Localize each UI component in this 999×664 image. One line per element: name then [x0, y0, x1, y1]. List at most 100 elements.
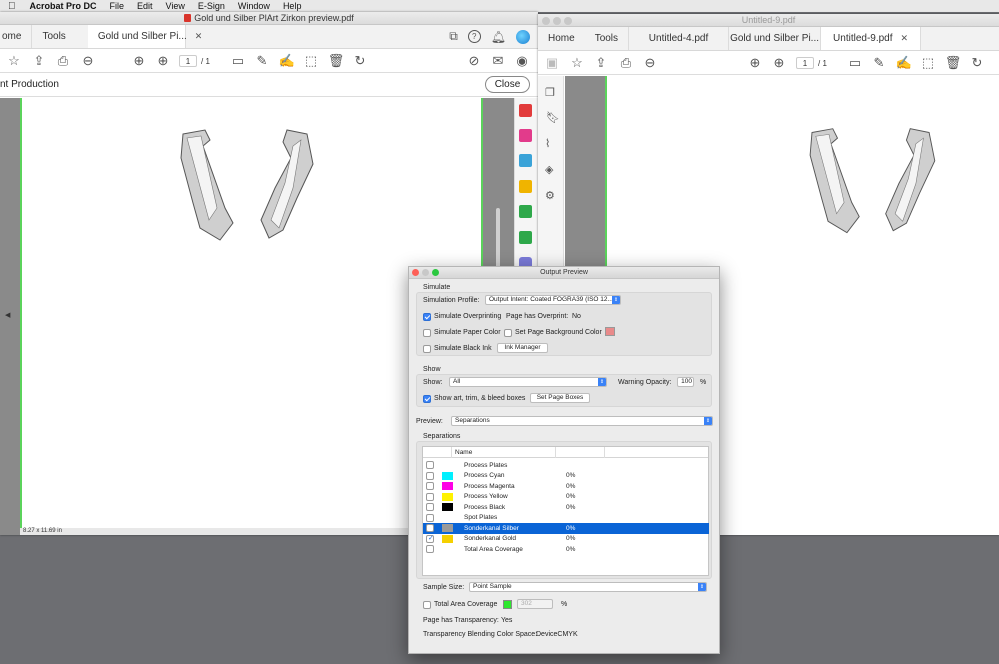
- mail-icon[interactable]: ✉: [490, 53, 506, 69]
- trash-icon-right[interactable]: 🗑︎: [945, 55, 962, 71]
- separation-row[interactable]: Process Cyan 0%: [423, 471, 709, 482]
- page-number-input-right[interactable]: 1: [796, 57, 814, 69]
- separation-row[interactable]: Process Black 0%: [423, 502, 709, 513]
- upload-icon[interactable]: ⇪: [31, 53, 47, 69]
- separation-row-checkbox[interactable]: [426, 482, 434, 490]
- link-icon[interactable]: ⊘: [466, 53, 482, 69]
- separation-row[interactable]: Process Plates: [423, 460, 709, 471]
- comment-icon-right[interactable]: ▭: [847, 55, 863, 71]
- pen-icon[interactable]: ✎: [254, 53, 270, 69]
- stamp-icon[interactable]: ⬚: [303, 53, 319, 69]
- print-production-icon[interactable]: [519, 231, 532, 244]
- show-boxes-checkbox[interactable]: [423, 395, 431, 403]
- pages-icon[interactable]: ❐: [545, 86, 555, 99]
- apple-icon[interactable]: : [8, 1, 16, 12]
- tab-gold-silber[interactable]: Gold und Silber Pi...: [729, 27, 822, 50]
- sign-icon[interactable]: ✍: [279, 53, 295, 69]
- help-icon[interactable]: ?: [467, 30, 481, 43]
- attachment-icon[interactable]: ⌇: [545, 137, 550, 150]
- simulate-paper-color-checkbox[interactable]: [423, 329, 431, 337]
- warning-opacity-input[interactable]: 100: [677, 377, 694, 387]
- print-icon[interactable]: ⎙: [55, 53, 71, 69]
- preview-select[interactable]: Separations ⇕: [451, 416, 713, 426]
- bookmark-icon[interactable]: 🔖︎: [546, 111, 560, 124]
- comment-tool-icon[interactable]: [519, 180, 532, 193]
- security-icon[interactable]: ⚙: [545, 189, 555, 202]
- separation-row[interactable]: Process Yellow 0%: [423, 492, 709, 503]
- user-icon[interactable]: ◉: [514, 53, 530, 69]
- comment-icon[interactable]: ▭: [230, 53, 246, 69]
- close-button[interactable]: Close: [485, 76, 530, 93]
- next-page-icon-right[interactable]: ⊕: [771, 55, 787, 71]
- menu-edit[interactable]: Edit: [137, 1, 153, 11]
- collapse-left-icon[interactable]: ◀: [5, 311, 10, 319]
- print-icon-right[interactable]: ⎙: [618, 55, 634, 71]
- zoom-out-icon[interactable]: ⊖: [80, 53, 96, 69]
- simulate-black-ink-checkbox[interactable]: [423, 345, 431, 353]
- next-page-icon[interactable]: ⊕: [155, 53, 171, 69]
- tab-home[interactable]: ome: [0, 25, 33, 48]
- separation-row-checkbox[interactable]: [426, 461, 434, 469]
- scrollbar[interactable]: [496, 208, 500, 268]
- separation-row-checkbox[interactable]: [426, 503, 434, 511]
- menu-file[interactable]: File: [110, 1, 125, 11]
- separation-row[interactable]: ✓ Sonderkanal Gold 0%: [423, 534, 709, 545]
- stamp-icon-right[interactable]: ⬚: [920, 55, 936, 71]
- organize-pages-icon[interactable]: [519, 205, 532, 218]
- separation-row[interactable]: Process Magenta 0%: [423, 481, 709, 492]
- share-screen-icon[interactable]: ⧉: [449, 29, 458, 44]
- tab-document[interactable]: Gold und Silber Pi... ✕: [87, 25, 202, 48]
- simulation-profile-select[interactable]: Output Intent: Coated FOGRA39 (ISO 12...…: [485, 295, 621, 305]
- tab-untitled-9[interactable]: Untitled-9.pdf ✕: [821, 27, 922, 50]
- dialog-minimize-button[interactable]: [422, 269, 429, 276]
- set-page-boxes-button[interactable]: Set Page Boxes: [530, 393, 590, 403]
- background-color-swatch[interactable]: [605, 327, 615, 336]
- ink-manager-button[interactable]: Ink Manager: [497, 343, 548, 353]
- separation-row-checkbox[interactable]: [426, 471, 434, 480]
- minimize-window-button[interactable]: [553, 17, 561, 25]
- avatar[interactable]: [516, 29, 530, 44]
- create-pdf-icon[interactable]: [519, 129, 532, 142]
- page-background-checkbox[interactable]: [504, 329, 512, 337]
- simulate-overprinting-checkbox[interactable]: [423, 313, 431, 321]
- separation-row-checkbox[interactable]: ✓: [426, 534, 434, 543]
- star-icon[interactable]: ☆: [6, 53, 22, 69]
- separation-row[interactable]: Total Area Coverage 0%: [423, 544, 709, 555]
- tac-color-swatch[interactable]: [503, 600, 512, 609]
- sign-icon-right[interactable]: ✍: [896, 55, 912, 71]
- close-tab-icon-right[interactable]: ✕: [901, 33, 909, 44]
- show-select[interactable]: All ⇕: [449, 377, 607, 387]
- pen-icon-right[interactable]: ✎: [871, 55, 887, 71]
- tab-tools-right[interactable]: Tools: [585, 27, 630, 50]
- total-area-coverage-checkbox[interactable]: [423, 601, 431, 609]
- separation-row-checkbox[interactable]: [426, 545, 434, 553]
- menu-view[interactable]: View: [166, 1, 185, 11]
- separation-row-checkbox[interactable]: [426, 524, 434, 532]
- tab-home-right[interactable]: Home: [538, 27, 585, 50]
- menu-esign[interactable]: E-Sign: [198, 1, 225, 11]
- separation-row[interactable]: Spot Plates: [423, 513, 709, 524]
- menu-app-name[interactable]: Acrobat Pro DC: [30, 1, 97, 11]
- layers-icon[interactable]: ◈: [545, 163, 553, 176]
- separation-row-checkbox[interactable]: [426, 492, 434, 501]
- menu-help[interactable]: Help: [283, 1, 302, 11]
- separation-row-checkbox[interactable]: [426, 513, 434, 522]
- trash-icon[interactable]: 🗑︎: [328, 53, 345, 69]
- menu-window[interactable]: Window: [238, 1, 270, 11]
- sample-size-select[interactable]: Point Sample ⇕: [469, 582, 707, 592]
- tab-tools[interactable]: Tools: [32, 25, 75, 48]
- prev-page-icon[interactable]: ⊕: [131, 53, 147, 69]
- dialog-zoom-button[interactable]: [432, 269, 439, 276]
- bell-icon[interactable]: 🔔︎: [491, 30, 506, 44]
- star-icon-right[interactable]: ☆: [569, 55, 585, 71]
- rotate-icon-right[interactable]: ↻: [969, 55, 985, 71]
- upload-icon-right[interactable]: ⇪: [593, 55, 609, 71]
- zoom-out-icon-right[interactable]: ⊖: [642, 55, 658, 71]
- save-icon[interactable]: ▣: [544, 55, 560, 71]
- rotate-icon[interactable]: ↻: [352, 53, 368, 69]
- tac-value-select[interactable]: 302: [517, 599, 553, 609]
- prev-page-icon-right[interactable]: ⊕: [747, 55, 763, 71]
- zoom-window-button[interactable]: [564, 17, 572, 25]
- dialog-close-button[interactable]: [412, 269, 419, 276]
- tab-untitled-4[interactable]: Untitled-4.pdf: [629, 27, 730, 50]
